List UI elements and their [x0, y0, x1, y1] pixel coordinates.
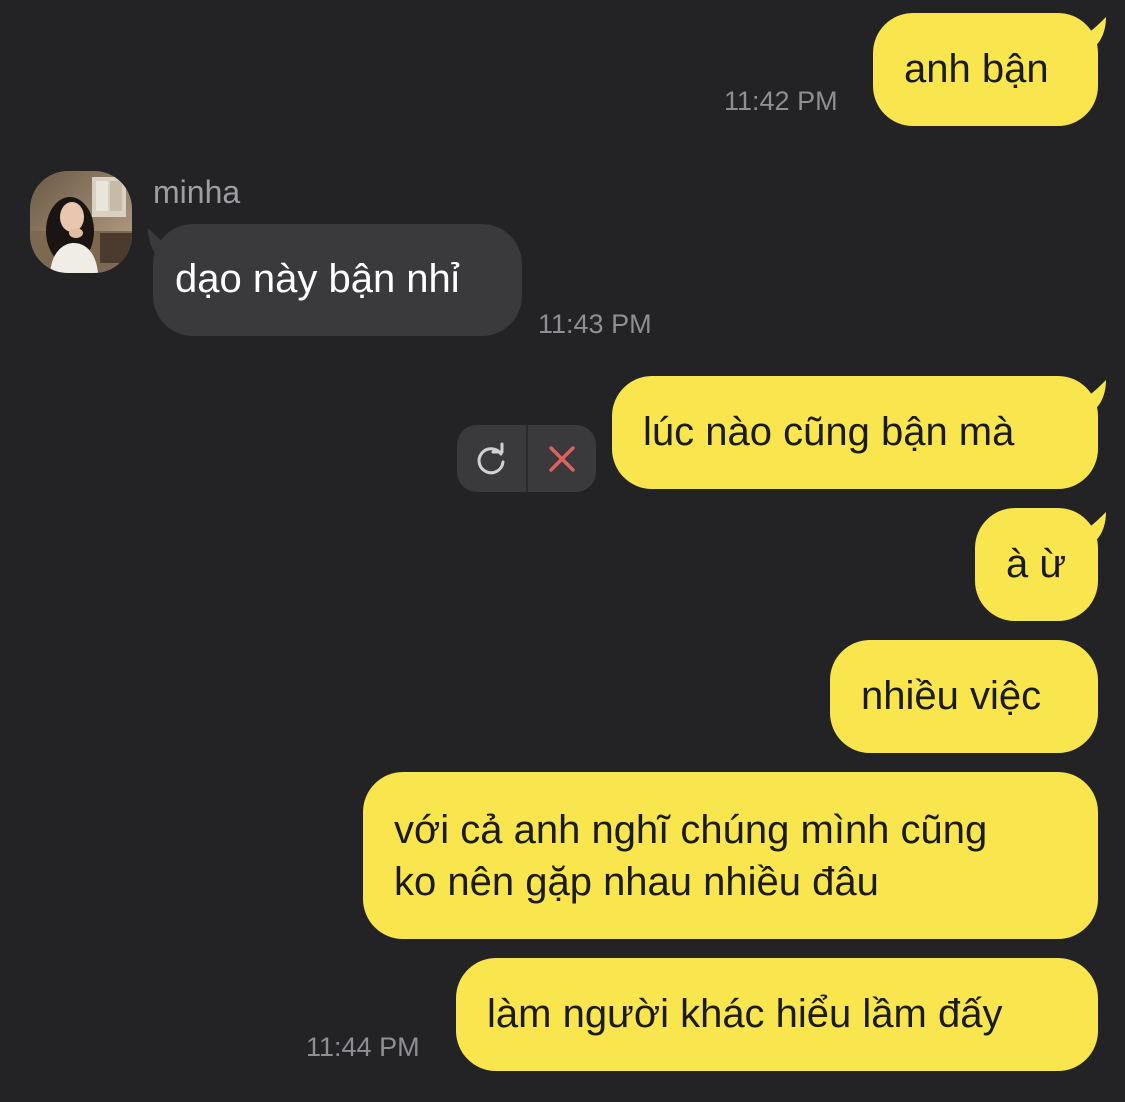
message-text: à ừ: [1006, 542, 1067, 586]
message-text: nhiều việc: [861, 674, 1042, 718]
message-text: làm người khác hiểu lầm đấy: [487, 992, 1003, 1036]
message-text-line: với cả anh nghĩ chúng mình cũng: [394, 808, 988, 852]
message-timestamp: 11:43 PM: [538, 309, 652, 339]
avatar[interactable]: [30, 171, 132, 273]
incoming-message[interactable]: dạo này bận nhỉ: [153, 224, 522, 336]
delete-button[interactable]: [528, 425, 597, 492]
message-timestamp: 11:44 PM: [306, 1032, 420, 1062]
message-text: lúc nào cũng bận mà: [643, 410, 1015, 454]
outgoing-message[interactable]: anh bận: [873, 13, 1098, 126]
message-text: dạo này bận nhỉ: [175, 257, 460, 301]
outgoing-message[interactable]: làm người khác hiểu lầm đấy: [456, 958, 1098, 1071]
bubble-tail: [1076, 380, 1106, 410]
refresh-icon: [477, 442, 505, 474]
message-text: anh bận: [904, 47, 1049, 91]
bubble-tail: [1076, 17, 1106, 47]
message-timestamp: 11:42 PM: [724, 86, 838, 116]
outgoing-message[interactable]: với cả anh nghĩ chúng mình cũng ko nên g…: [363, 772, 1098, 939]
contact-name: minha: [153, 174, 241, 210]
message-text-line: ko nên gặp nhau nhiều đâu: [394, 860, 879, 904]
outgoing-message[interactable]: nhiều việc: [830, 640, 1098, 753]
retry-button[interactable]: [457, 425, 526, 492]
close-icon: [549, 445, 575, 472]
outgoing-message[interactable]: lúc nào cũng bận mà: [612, 376, 1098, 489]
failed-message-actions: [457, 425, 596, 492]
bubble-tail: [1076, 512, 1106, 542]
